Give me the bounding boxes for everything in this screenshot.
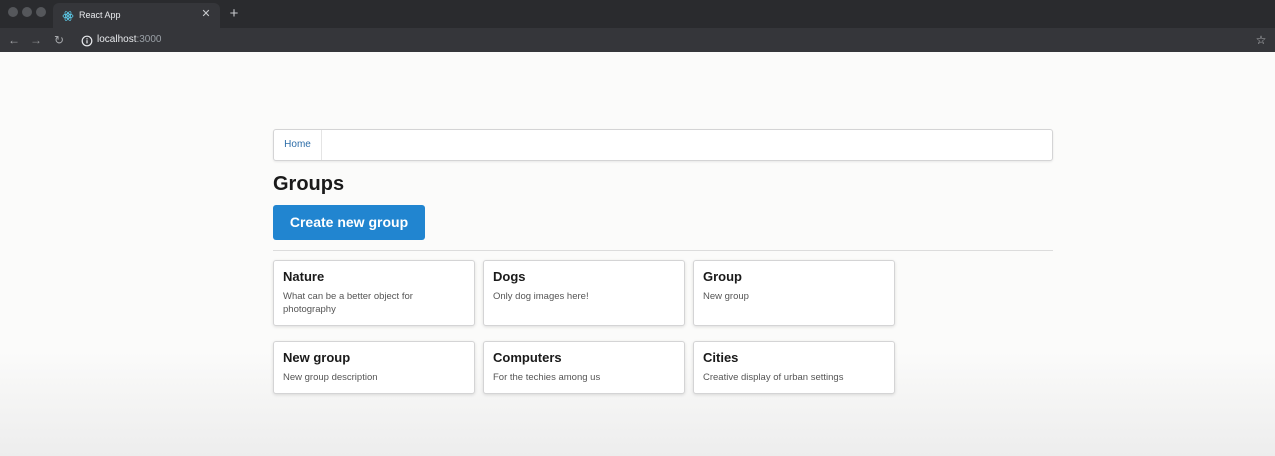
card-title: Cities — [703, 350, 739, 365]
browser-toolbar: ← → ↻ localhost:3000 ☆ — [0, 28, 1275, 52]
menu-item-home[interactable]: Home — [274, 130, 322, 160]
card-description: New group description — [283, 372, 378, 383]
new-tab-icon[interactable]: + — [226, 6, 242, 22]
info-icon[interactable] — [81, 34, 93, 47]
card-description: What can be a better object for photogra… — [283, 291, 413, 315]
card-title: Computers — [493, 350, 562, 365]
create-new-group-button[interactable]: Create new group — [273, 205, 425, 240]
forward-arrow-icon[interactable]: → — [28, 32, 44, 48]
group-card[interactable]: Group New group — [693, 260, 895, 326]
group-card[interactable]: Nature What can be a better object for p… — [273, 260, 475, 326]
card-description: Creative display of urban settings — [703, 372, 844, 383]
browser-tab-bar: React App ✕ + — [0, 0, 1275, 28]
tab-title: React App — [79, 10, 121, 20]
tab-close-icon[interactable]: ✕ — [199, 7, 213, 21]
card-description: New group — [703, 291, 749, 302]
page-viewport: Home Groups Create new group Nature What… — [0, 52, 1275, 456]
url-host: localhost — [97, 34, 137, 45]
group-card[interactable]: Cities Creative display of urban setting… — [693, 341, 895, 394]
reload-icon[interactable]: ↻ — [51, 32, 67, 48]
card-title: Dogs — [493, 269, 526, 284]
card-description: Only dog images here! — [493, 291, 589, 302]
card-title: Nature — [283, 269, 325, 284]
window-minimize-dot[interactable] — [22, 7, 32, 17]
window-maximize-dot[interactable] — [36, 7, 46, 17]
browser-tab[interactable]: React App ✕ — [53, 3, 220, 28]
card-title: New group — [283, 350, 351, 365]
card-title: Group — [703, 269, 742, 284]
page-title: Groups — [273, 173, 345, 195]
url-port: :3000 — [136, 34, 162, 45]
top-menu: Home — [273, 129, 1053, 161]
address-bar[interactable]: localhost:3000 — [97, 33, 162, 47]
group-card[interactable]: Dogs Only dog images here! — [483, 260, 685, 326]
react-logo-icon — [62, 9, 74, 21]
group-card[interactable]: New group New group description — [273, 341, 475, 394]
window-close-dot[interactable] — [8, 7, 18, 17]
bookmark-star-icon[interactable]: ☆ — [1253, 32, 1269, 48]
card-description: For the techies among us — [493, 372, 601, 383]
group-card[interactable]: Computers For the techies among us — [483, 341, 685, 394]
divider — [273, 250, 1053, 251]
back-arrow-icon[interactable]: ← — [6, 32, 22, 48]
